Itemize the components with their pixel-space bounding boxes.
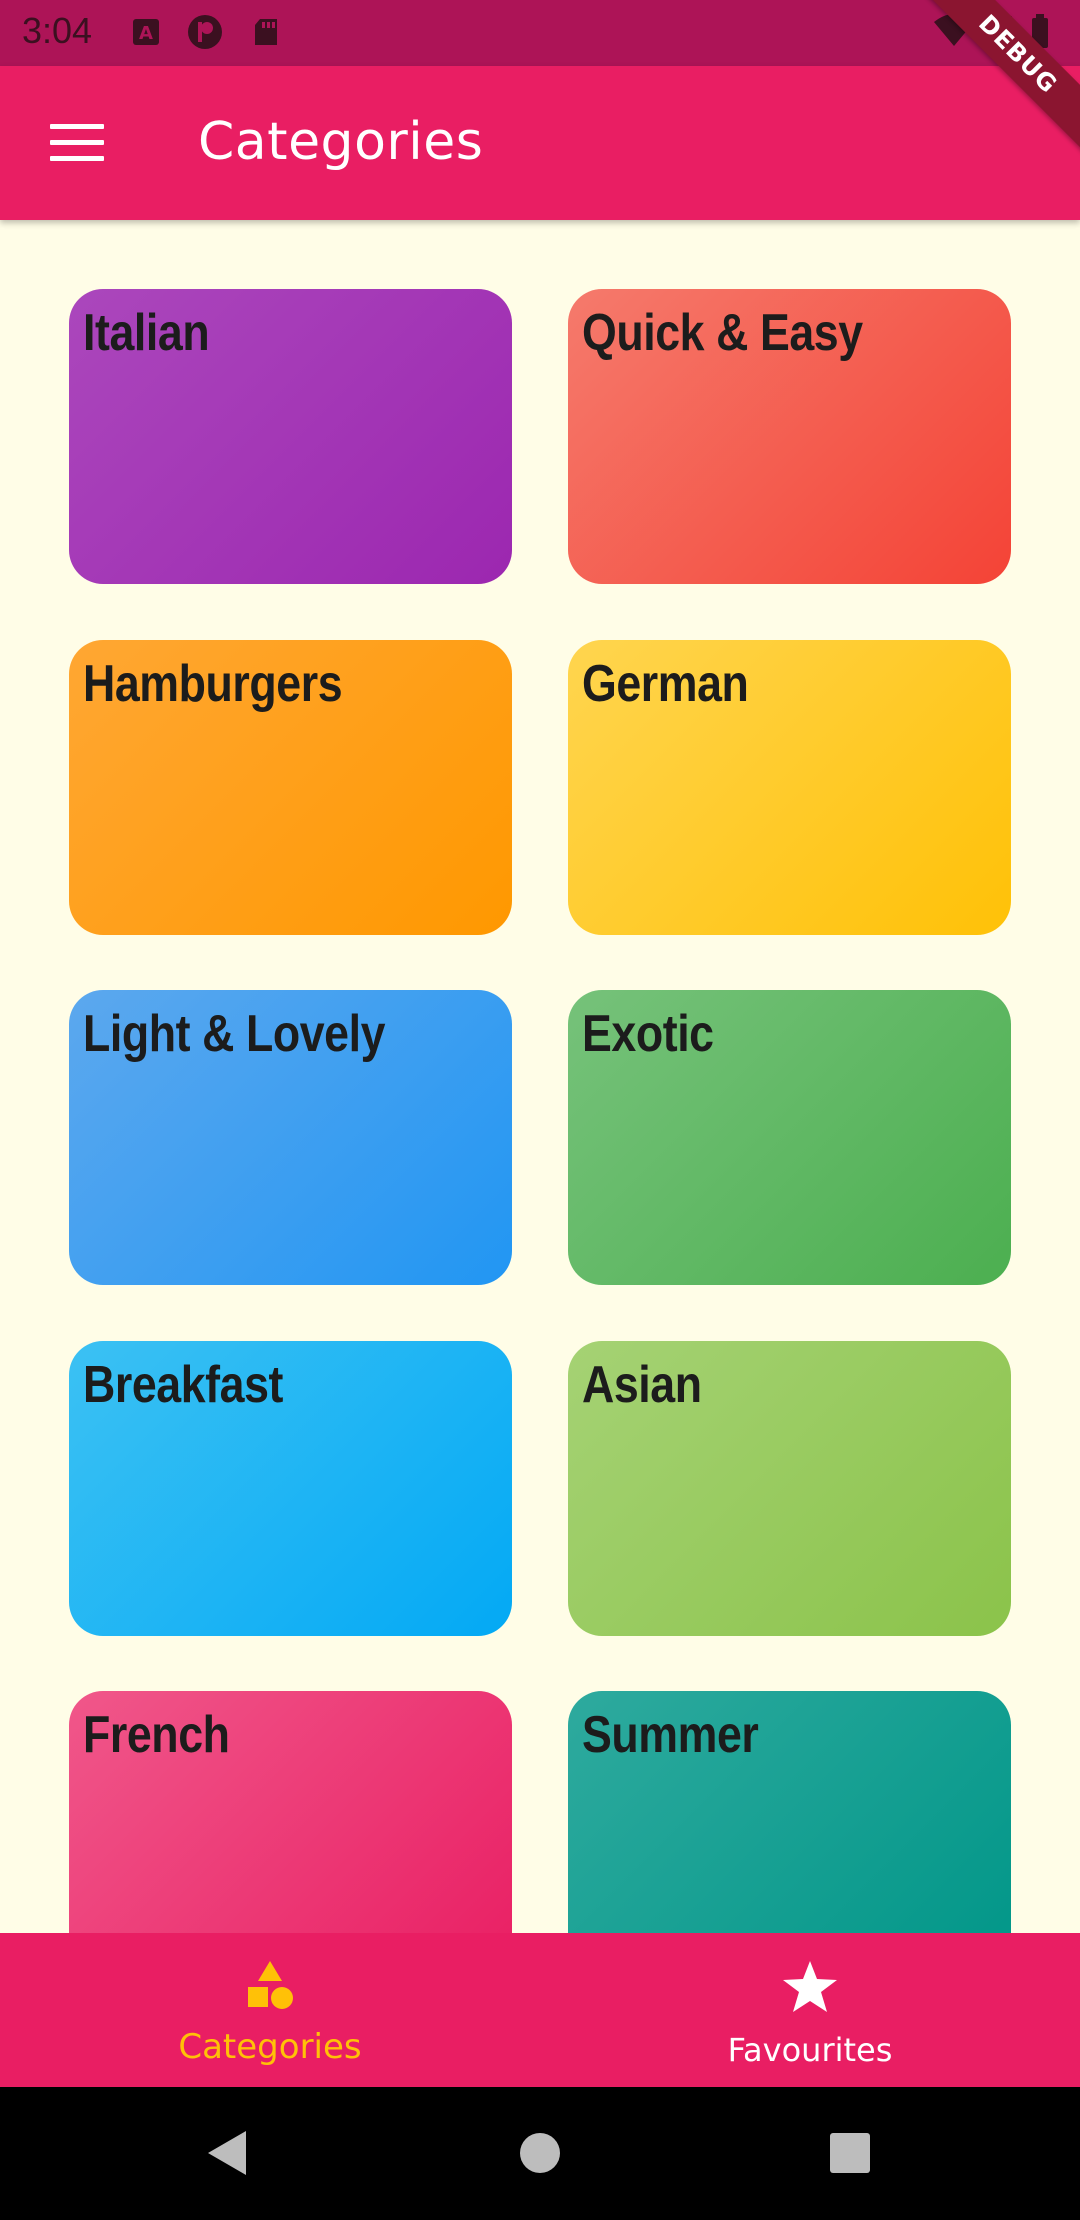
category-title: Exotic [582, 1005, 714, 1063]
bottom-navigation: Categories Favourites [0, 1933, 1080, 2087]
category-title: Hamburgers [83, 655, 343, 713]
category-title: Quick & Easy [582, 304, 863, 362]
page-title: Categories [198, 112, 484, 172]
svg-text:A: A [139, 23, 153, 44]
category-tile-breakfast[interactable]: Breakfast [69, 1341, 512, 1636]
category-tile-quick-easy[interactable]: Quick & Easy [568, 289, 1011, 584]
category-title: Summer [582, 1706, 759, 1764]
status-time: 3:04 [22, 10, 93, 51]
category-tile-exotic[interactable]: Exotic [568, 990, 1011, 1285]
category-icon [248, 1961, 293, 2009]
a-icon: A [133, 19, 159, 45]
system-nav-bar [0, 2087, 1080, 2220]
category-title: French [83, 1706, 230, 1764]
category-tile-light-lovely[interactable]: Light & Lovely [69, 990, 512, 1285]
nav-item-favourites[interactable]: Favourites [540, 1933, 1080, 2087]
category-tile-italian[interactable]: Italian [69, 289, 512, 584]
category-tile-german[interactable]: German [568, 640, 1011, 935]
category-title: Asian [582, 1356, 702, 1414]
debug-banner: DEBUG [917, 0, 1080, 155]
nav-item-categories[interactable]: Categories [0, 1933, 540, 2087]
category-tile-summer[interactable]: Summer [568, 1691, 1011, 1933]
category-tile-french[interactable]: French [69, 1691, 512, 1933]
category-tile-hamburgers[interactable]: Hamburgers [69, 640, 512, 935]
sd-card-icon [255, 19, 277, 45]
nav-label-categories: Categories [178, 2027, 362, 2067]
category-title: German [582, 655, 749, 713]
category-tile-asian[interactable]: Asian [568, 1341, 1011, 1636]
back-icon[interactable] [202, 2127, 250, 2179]
nav-label-favourites: Favourites [727, 2031, 893, 2069]
home-icon[interactable] [518, 2127, 562, 2179]
category-title: Italian [83, 304, 210, 362]
category-title: Light & Lovely [83, 1005, 386, 1063]
star-icon [783, 1961, 837, 2012]
category-grid: Italian Quick & Easy Hamburgers German L… [0, 220, 1080, 1933]
record-icon [188, 15, 222, 49]
menu-icon[interactable] [50, 124, 104, 162]
recents-icon[interactable] [828, 2127, 872, 2179]
debug-banner-container: DEBUG [910, 0, 1080, 170]
category-title: Breakfast [83, 1356, 283, 1414]
